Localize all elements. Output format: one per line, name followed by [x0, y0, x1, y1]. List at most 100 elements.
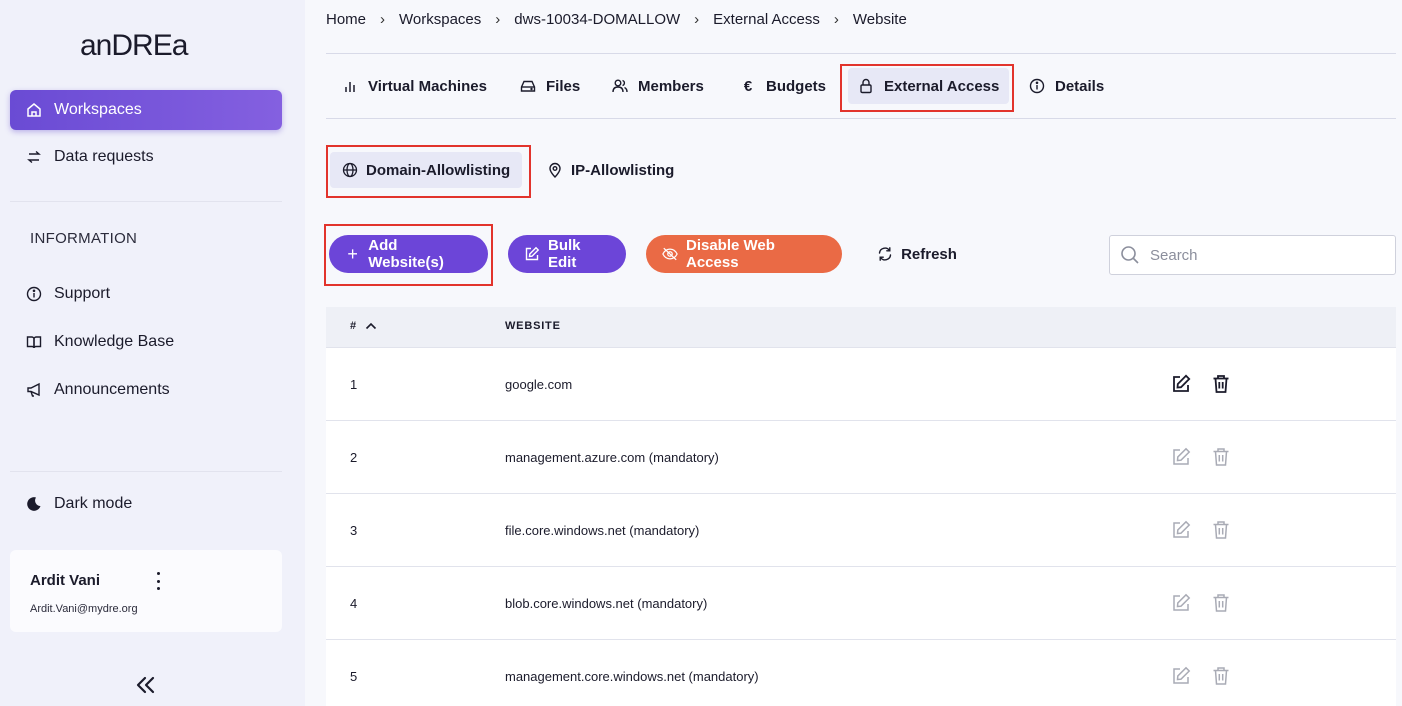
swap-arrows-icon	[26, 149, 42, 165]
tab-files[interactable]: Files	[510, 68, 590, 104]
website-table: # WEBSITE 1 google.com 2 management.azur…	[326, 307, 1396, 706]
breadcrumb-home[interactable]: Home	[326, 11, 366, 28]
info-circle-icon	[1029, 78, 1045, 94]
row-number: 4	[350, 596, 358, 611]
tab-label: Files	[546, 77, 581, 95]
trash-icon	[1213, 448, 1229, 466]
nav-data-requests-label: Data requests	[54, 148, 154, 165]
column-header-website[interactable]: WEBSITE	[505, 320, 561, 332]
user-card: Ardit Vani Ardit.Vani@mydre.org	[10, 550, 282, 632]
search-box[interactable]	[1109, 235, 1396, 275]
moon-icon	[26, 496, 42, 512]
nav-announcements-label: Announcements	[54, 381, 170, 398]
nav-workspaces[interactable]: Workspaces	[10, 90, 282, 130]
row-number: 5	[350, 669, 358, 684]
map-pin-icon	[547, 162, 563, 178]
nav-support[interactable]: Support	[10, 274, 282, 314]
edit-icon	[1173, 520, 1191, 538]
sidebar-divider	[10, 471, 282, 472]
bar-chart-icon	[342, 78, 358, 94]
tab-members[interactable]: Members	[602, 68, 714, 104]
user-email: Ardit.Vani@mydre.org	[30, 603, 138, 615]
nav-support-label: Support	[54, 285, 111, 302]
row-number: 3	[350, 523, 358, 538]
add-website-label: Add Website(s)	[368, 237, 444, 271]
subtab-label: IP-Allowlisting	[571, 161, 675, 179]
edit-icon[interactable]	[1171, 374, 1191, 394]
nav-data-requests[interactable]: Data requests	[10, 137, 282, 177]
nav-announcements[interactable]: Announcements	[10, 370, 282, 410]
breadcrumb-workspace[interactable]: dws-10034-DOMALLOW	[514, 11, 680, 28]
sidebar-divider	[10, 201, 282, 202]
trash-icon	[1213, 667, 1229, 685]
tab-label: Details	[1055, 77, 1105, 95]
tab-label: External Access	[884, 77, 1000, 95]
column-header-num-label: #	[350, 320, 357, 332]
dark-mode-label: Dark mode	[54, 495, 133, 512]
refresh-button[interactable]: Refresh	[862, 235, 972, 273]
row-website: blob.core.windows.net (mandatory)	[505, 596, 708, 611]
table-row: 1 google.com	[326, 348, 1396, 421]
trash-icon	[1213, 521, 1229, 539]
nav-knowledge-base-label: Knowledge Base	[54, 333, 175, 350]
breadcrumb-external-access[interactable]: External Access	[713, 11, 820, 28]
row-website: google.com	[505, 377, 573, 392]
tab-budgets[interactable]: € Budgets	[730, 68, 836, 104]
collapse-sidebar-icon[interactable]	[134, 674, 158, 696]
tab-label: Budgets	[766, 77, 826, 95]
search-icon	[1121, 246, 1139, 264]
users-icon	[612, 78, 628, 94]
tab-external-access[interactable]: External Access	[848, 68, 1010, 104]
svg-text:anDREa: anDREa	[80, 29, 189, 62]
table-row: 4 blob.core.windows.net (mandatory)	[326, 567, 1396, 640]
chevron-right-icon: ›	[694, 11, 700, 28]
plus-icon: +	[347, 243, 358, 264]
trash-icon[interactable]	[1212, 374, 1230, 394]
dark-mode-toggle[interactable]: Dark mode	[10, 484, 282, 524]
subtab-label: Domain-Allowlisting	[366, 161, 511, 179]
table-row: 3 file.core.windows.net (mandatory)	[326, 494, 1396, 567]
breadcrumb: Home › Workspaces › dws-10034-DOMALLOW ›…	[326, 11, 907, 28]
nav-knowledge-base[interactable]: Knowledge Base	[10, 322, 282, 362]
euro-icon: €	[743, 77, 753, 95]
tab-label: Virtual Machines	[368, 77, 487, 95]
andrea-logo[interactable]: anDREa	[80, 24, 215, 68]
search-input[interactable]	[1150, 246, 1380, 264]
globe-icon	[342, 162, 358, 178]
column-header-num[interactable]: #	[350, 320, 377, 332]
trash-icon	[1213, 594, 1229, 612]
book-icon	[26, 334, 42, 350]
bulk-edit-label: Bulk Edit	[548, 237, 581, 271]
divider	[326, 118, 1396, 119]
subtab-ip-allowlisting[interactable]: IP-Allowlisting	[535, 152, 686, 188]
add-website-button[interactable]: + Add Website(s)	[329, 235, 488, 273]
nav-workspaces-label: Workspaces	[54, 101, 142, 118]
user-name: Ardit Vani	[30, 572, 101, 589]
tab-details[interactable]: Details	[1019, 68, 1114, 104]
divider	[326, 53, 1396, 54]
lock-icon	[858, 78, 874, 94]
disable-web-access-button[interactable]: Disable Web Access	[646, 235, 842, 273]
edit-icon	[1173, 593, 1191, 611]
table-row: 2 management.azure.com (mandatory)	[326, 421, 1396, 494]
eye-off-icon	[662, 246, 678, 262]
row-number: 2	[350, 450, 358, 465]
chevron-right-icon: ›	[495, 11, 501, 28]
bulk-edit-button[interactable]: Bulk Edit	[508, 235, 626, 273]
table-row: 5 management.core.windows.net (mandatory…	[326, 640, 1396, 706]
section-label-information: INFORMATION	[30, 230, 138, 247]
table-header: # WEBSITE	[326, 307, 1396, 348]
disable-web-access-label: Disable Web Access	[686, 237, 775, 271]
refresh-icon	[877, 246, 893, 262]
chevron-right-icon: ›	[833, 11, 839, 28]
subtab-domain-allowlisting[interactable]: Domain-Allowlisting	[330, 152, 523, 188]
kebab-menu-icon[interactable]	[154, 572, 162, 590]
info-circle-icon	[26, 286, 42, 302]
row-number: 1	[350, 377, 358, 392]
breadcrumb-workspaces[interactable]: Workspaces	[399, 11, 481, 28]
tab-virtual-machines[interactable]: Virtual Machines	[332, 68, 497, 104]
chevron-right-icon: ›	[380, 11, 386, 28]
sort-ascending-icon[interactable]	[365, 322, 377, 330]
sidebar: anDREa Workspaces Data requests INFORMAT…	[0, 0, 305, 706]
edit-icon	[524, 246, 540, 262]
